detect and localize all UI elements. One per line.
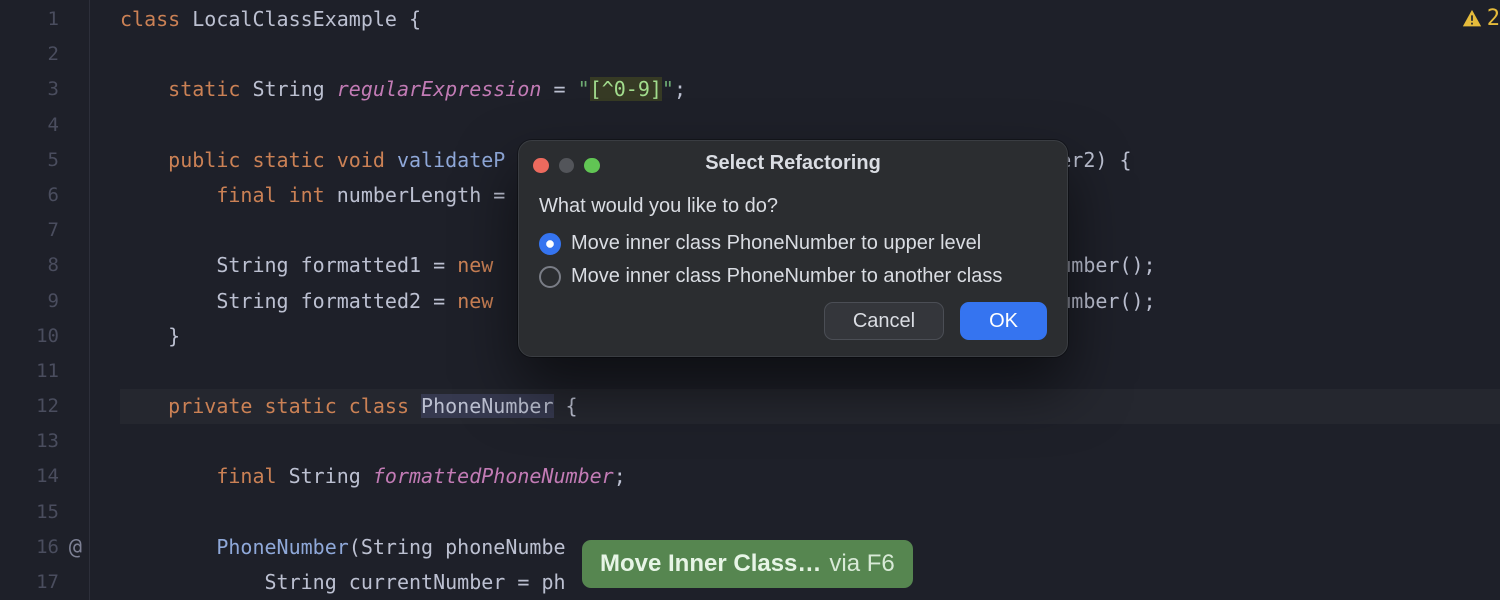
- radio-move-upper[interactable]: Move inner class PhoneNumber to upper le…: [539, 232, 1047, 255]
- hint-via: via: [829, 550, 860, 577]
- brace: }: [168, 324, 180, 348]
- line-number: 1: [0, 2, 89, 37]
- operator: =: [433, 289, 445, 313]
- type: String: [252, 77, 324, 101]
- code: umber();: [1059, 253, 1155, 277]
- line-number: 14: [0, 459, 89, 494]
- variable: currentNumber: [349, 570, 506, 594]
- variable: formatted1: [301, 253, 421, 277]
- line-number: 13: [0, 424, 89, 459]
- constructor-name: PhoneNumber: [216, 535, 348, 559]
- keyword: public static void: [168, 148, 385, 172]
- line-number: 9: [0, 284, 89, 319]
- radio-label: Move inner class PhoneNumber to upper le…: [571, 232, 981, 255]
- operator: =: [517, 570, 529, 594]
- line-number: 7: [0, 213, 89, 248]
- punct: ;: [614, 464, 626, 488]
- line-number: 3: [0, 72, 89, 107]
- type: String: [265, 570, 337, 594]
- operator: =: [433, 253, 445, 277]
- line-number: 11: [0, 354, 89, 389]
- class-name-selected[interactable]: PhoneNumber: [421, 394, 553, 418]
- dialog-prompt: What would you like to do?: [539, 195, 1047, 218]
- field-name: regularExpression: [337, 77, 542, 101]
- radio-move-another[interactable]: Move inner class PhoneNumber to another …: [539, 265, 1047, 288]
- line-gutter: 1 2 3 4 5 6 7 8 9 10 11 12 13 14 15 16 1…: [0, 0, 90, 600]
- code: ph: [541, 570, 565, 594]
- warning-icon: [1461, 8, 1483, 30]
- line-number: 5: [0, 143, 89, 178]
- string: ": [578, 77, 590, 101]
- refactoring-dialog: Select Refactoring What would you like t…: [518, 140, 1068, 357]
- line-number: 2: [0, 37, 89, 72]
- keyword: final int: [216, 183, 324, 207]
- hint-key: F6: [867, 550, 895, 577]
- line-number: 6: [0, 178, 89, 213]
- brace: {: [409, 7, 421, 31]
- hint-action: Move Inner Class…: [600, 550, 821, 578]
- class-name: LocalClassExample: [192, 7, 397, 31]
- cancel-button[interactable]: Cancel: [824, 302, 944, 340]
- keyword: final: [216, 464, 276, 488]
- operator: =: [554, 77, 566, 101]
- variable: formatted2: [301, 289, 421, 313]
- type: String: [216, 289, 288, 313]
- action-hint: Move Inner Class… via F6: [582, 540, 913, 588]
- brace: {: [566, 394, 578, 418]
- minimize-icon: [559, 158, 575, 174]
- problems-count: 2: [1487, 6, 1500, 31]
- radio-icon[interactable]: [539, 233, 561, 255]
- keyword: new: [457, 289, 493, 313]
- type: String: [216, 253, 288, 277]
- line-number: 12: [0, 389, 89, 424]
- type: String: [361, 535, 433, 559]
- string-body: [^0-9]: [590, 77, 662, 101]
- keyword: private static class: [168, 394, 409, 418]
- line-number: 10: [0, 319, 89, 354]
- method-name: validateP: [397, 148, 505, 172]
- keyword: new: [457, 253, 493, 277]
- ok-button[interactable]: OK: [960, 302, 1047, 340]
- operator: =: [493, 183, 505, 207]
- keyword: class: [120, 7, 180, 31]
- line-number: 17: [0, 565, 89, 600]
- dialog-title: Select Refactoring: [519, 152, 1067, 175]
- problems-indicator[interactable]: 2: [1461, 6, 1500, 31]
- type: String: [289, 464, 361, 488]
- line-number[interactable]: 16: [0, 530, 89, 565]
- variable: numberLength: [337, 183, 482, 207]
- string: ": [662, 77, 674, 101]
- line-number: 4: [0, 108, 89, 143]
- line-number: 15: [0, 495, 89, 530]
- punct: (: [349, 535, 361, 559]
- zoom-icon[interactable]: [584, 158, 600, 174]
- line-number: 8: [0, 248, 89, 283]
- dialog-titlebar[interactable]: Select Refactoring: [519, 141, 1067, 185]
- keyword: static: [168, 77, 240, 101]
- code: umber();: [1059, 289, 1155, 313]
- param: phoneNumbe: [445, 535, 565, 559]
- radio-label: Move inner class PhoneNumber to another …: [571, 265, 1002, 288]
- field-name: formattedPhoneNumber: [373, 464, 614, 488]
- radio-icon[interactable]: [539, 266, 561, 288]
- window-controls: [533, 158, 600, 174]
- punct: ;: [674, 77, 686, 101]
- close-icon[interactable]: [533, 158, 549, 174]
